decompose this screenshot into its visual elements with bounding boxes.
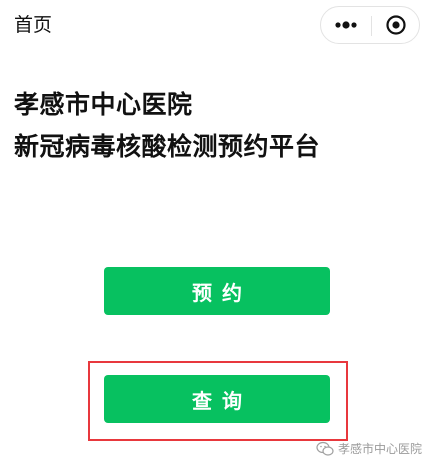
wechat-icon: [316, 441, 334, 456]
watermark: 孝感市中心医院: [316, 440, 422, 457]
watermark-text: 孝感市中心医院: [337, 442, 422, 456]
headline-line-platform: 新冠病毒核酸检测预约平台: [14, 132, 321, 161]
more-dots-icon[interactable]: [321, 7, 371, 43]
target-close-icon[interactable]: [372, 7, 420, 43]
page-title: 首页: [14, 14, 53, 36]
query-button[interactable]: 查询: [104, 375, 330, 423]
reserve-button[interactable]: 预约: [104, 267, 330, 315]
headline-line-hospital: 孝感市中心医院: [14, 90, 193, 119]
hospital-headline: 孝感市中心医院 新冠病毒核酸检测预约平台: [14, 84, 320, 168]
mini-program-capsule: [320, 6, 420, 44]
